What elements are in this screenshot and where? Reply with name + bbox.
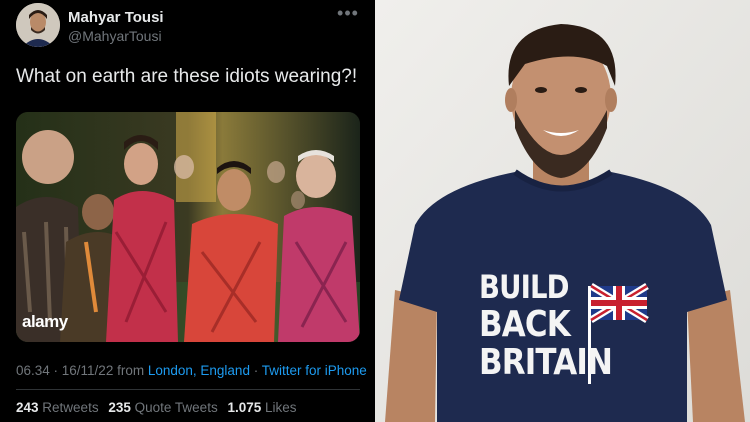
retweets-count: 243 <box>16 400 39 415</box>
tweet-client[interactable]: Twitter for iPhone <box>262 363 367 378</box>
tweet-metadata: 06.34 · 16/11/22 from London, England · … <box>16 363 367 378</box>
shirt-text-line-3: BRITAIN <box>479 342 613 383</box>
tweet-timestamp[interactable]: 06.34 · 16/11/22 from <box>16 363 144 378</box>
meta-separator: · <box>253 363 259 378</box>
divider <box>16 389 360 390</box>
tweet-stats: 243 Retweets 235 Quote Tweets 1.075 Like… <box>16 400 303 415</box>
more-horizontal-icon[interactable]: ••• <box>336 4 360 26</box>
avatar[interactable] <box>16 3 60 47</box>
tweet-card: Mahyar Tousi @MahyarTousi ••• What on ea… <box>0 0 375 422</box>
alamy-watermark: alamy <box>22 312 68 331</box>
user-handle[interactable]: @MahyarTousi <box>68 28 162 44</box>
avatar-image <box>16 3 60 47</box>
shirt-text-line-2: BACK <box>479 304 571 345</box>
retweets-stat[interactable]: 243 Retweets <box>16 400 99 415</box>
likes-count: 1.075 <box>227 400 262 415</box>
display-name[interactable]: Mahyar Tousi <box>68 9 164 26</box>
shirt-text-line-1: BUILD <box>479 268 569 306</box>
likes-label: Likes <box>265 400 297 415</box>
quotes-count: 235 <box>108 400 131 415</box>
tweet-location[interactable]: London, England <box>148 363 250 378</box>
tweet-media-photo[interactable]: alamy <box>16 112 360 342</box>
retweets-label: Retweets <box>42 400 99 415</box>
group-photo <box>16 112 360 342</box>
quotes-label: Quote Tweets <box>134 400 218 415</box>
likes-stat[interactable]: 1.075 Likes <box>227 400 296 415</box>
quotes-stat[interactable]: 235 Quote Tweets <box>108 400 217 415</box>
portrait-photo: BUILD BACK BRITAIN <box>375 0 750 422</box>
tweet-text: What on earth are these idiots wearing?! <box>16 66 358 87</box>
